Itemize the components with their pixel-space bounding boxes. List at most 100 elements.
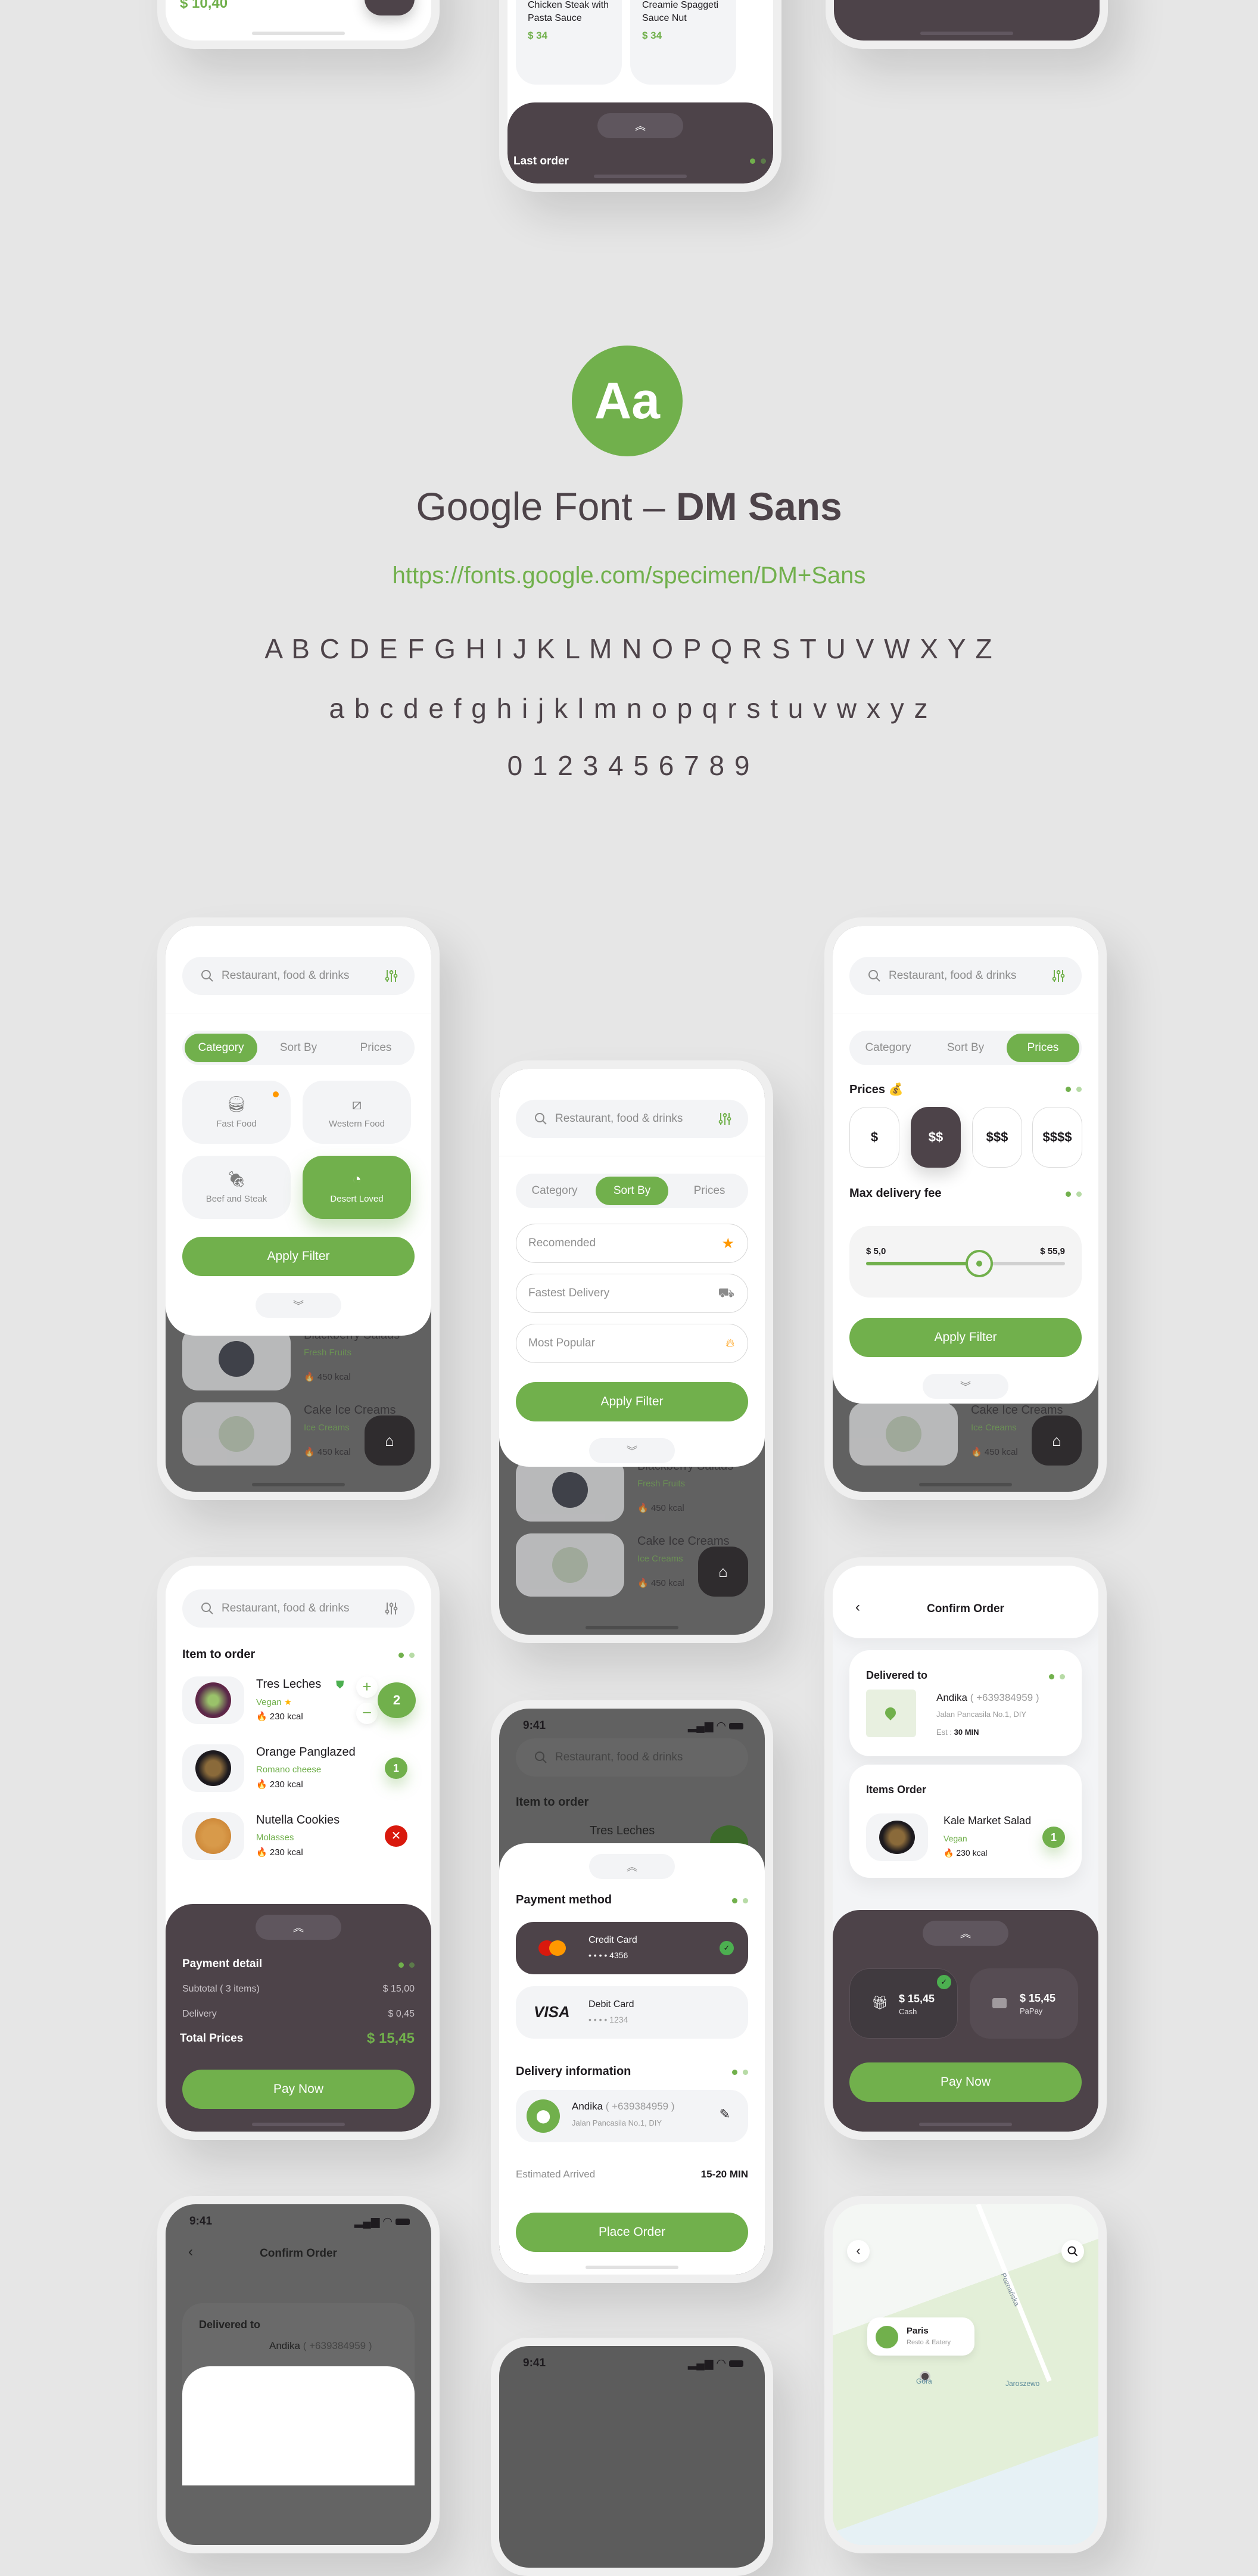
- search-icon: [535, 1751, 547, 1763]
- tab-sort-by[interactable]: Sort By: [262, 1034, 335, 1062]
- edit-pencil-icon[interactable]: ✎: [720, 2107, 730, 2122]
- slider-thumb[interactable]: [966, 1250, 994, 1277]
- filter-tabs: Category Sort By Prices: [182, 1031, 415, 1065]
- payment-sheet: ︽ ✓ 🎁︎ $ 15,45 Cash $ 15,45 PaPay Pay No…: [833, 1910, 1098, 2132]
- item-name: Nutella Cookies: [256, 1813, 340, 1827]
- home-fab[interactable]: ⌂: [365, 1415, 415, 1466]
- price-level-3[interactable]: $$$: [972, 1107, 1022, 1168]
- expand-button[interactable]: ︽: [923, 1921, 1008, 1946]
- search-input[interactable]: Restaurant, food & drinks: [555, 1112, 718, 1125]
- price-level-2[interactable]: $$: [911, 1107, 961, 1168]
- home-indicator: [586, 2266, 678, 2269]
- home-fab[interactable]: ⌂: [698, 1547, 748, 1597]
- pay-option-cash[interactable]: ✓ 🎁︎ $ 15,45 Cash: [849, 1968, 958, 2039]
- cart-fab[interactable]: [365, 0, 415, 15]
- collapse-button[interactable]: ︾: [923, 1374, 1008, 1399]
- phone-cart: Restaurant, food & drinks Item to order …: [157, 1557, 440, 2140]
- pager-dots: [1049, 1674, 1065, 1679]
- payment-method-heading: Payment method: [516, 1893, 612, 1906]
- payment-option-debit-card[interactable]: VISA Debit Card • • • • 1234: [516, 1986, 748, 2039]
- filter-icon[interactable]: [1052, 969, 1065, 983]
- remove-item-button[interactable]: ✕: [385, 1825, 407, 1847]
- collapse-button[interactable]: ︾: [589, 1438, 675, 1463]
- search-bar[interactable]: Restaurant, food & drinks: [849, 957, 1082, 995]
- collapse-button[interactable]: ︾: [256, 1293, 341, 1318]
- font-link[interactable]: https://fonts.google.com/specimen/DM+San…: [0, 562, 1258, 589]
- header: ‹ Confirm Order: [833, 1566, 1098, 1638]
- apply-filter-button[interactable]: Apply Filter: [849, 1318, 1082, 1357]
- tab-category[interactable]: Category: [852, 1034, 924, 1062]
- map-search-button[interactable]: [1061, 2240, 1084, 2263]
- price-level-4[interactable]: $$$$: [1032, 1107, 1082, 1168]
- apply-filter-button[interactable]: Apply Filter: [182, 1237, 415, 1276]
- tab-prices[interactable]: Prices: [1007, 1034, 1079, 1062]
- price-level-1[interactable]: $: [849, 1107, 899, 1168]
- expand-button[interactable]: ︽: [589, 1854, 675, 1879]
- recipient-phone: ( +639384959 ): [605, 2101, 675, 2112]
- sort-fastest-delivery[interactable]: Fastest Delivery ⛟: [516, 1274, 748, 1313]
- search-bar[interactable]: Restaurant, food & drinks: [516, 1100, 748, 1138]
- food-image: [552, 1472, 588, 1508]
- tab-sort-by[interactable]: Sort By: [596, 1177, 668, 1205]
- item-tag: Vegan ★: [256, 1697, 292, 1707]
- search-input[interactable]: Restaurant, food & drinks: [222, 969, 385, 982]
- dish-name: Creamie Spaggeti Sauce Nut: [642, 0, 719, 23]
- food-image: [552, 1547, 588, 1583]
- cart-item[interactable]: Tres Leches ⛊ Vegan ★ 🔥 230 kcal + – 2: [182, 1676, 416, 1724]
- cart-item[interactable]: Orange Panglazed Romano cheese 🔥 230 kca…: [182, 1744, 415, 1792]
- sort-most-popular[interactable]: Most Popular 🔥︎: [516, 1324, 748, 1363]
- dish-card[interactable]: Chicken Steak with Pasta Sauce $ 34: [516, 0, 622, 85]
- tab-category[interactable]: Category: [518, 1177, 591, 1205]
- decrement-button[interactable]: –: [356, 1703, 378, 1724]
- expand-button[interactable]: ︽: [597, 113, 683, 138]
- slider-track[interactable]: [866, 1250, 1065, 1277]
- expand-button[interactable]: ︽: [256, 1915, 341, 1940]
- pager-dots: [398, 1962, 415, 1968]
- map-view[interactable]: Poznańska ‹ Paris Resto & Eatery Góra Ja…: [833, 2204, 1098, 2545]
- delivery-address-card[interactable]: ⬤ Andika ( +639384959 ) Jalan Pancasila …: [516, 2090, 748, 2142]
- tab-prices[interactable]: Prices: [340, 1034, 412, 1062]
- increment-button[interactable]: +: [356, 1676, 378, 1698]
- pager-dots: [398, 1653, 415, 1658]
- pager-dots: [750, 158, 766, 164]
- selected-check-icon: ✓: [720, 1941, 734, 1955]
- chevrons-down-icon: ︾: [293, 1300, 304, 1312]
- place-order-button[interactable]: Place Order: [516, 2213, 748, 2252]
- item-kcal: 🔥 450 kcal: [304, 1447, 351, 1457]
- back-button[interactable]: ‹: [847, 2240, 870, 2263]
- search-bar[interactable]: Restaurant, food & drinks: [182, 1589, 415, 1628]
- dish-name: Chicken Steak with Pasta Sauce: [528, 0, 609, 23]
- pay-now-button[interactable]: Pay Now: [849, 2062, 1082, 2102]
- tab-category[interactable]: Category: [185, 1034, 257, 1062]
- home-indicator: [252, 2123, 345, 2126]
- cart-item[interactable]: Nutella Cookies Molasses 🔥 230 kcal ✕: [182, 1812, 415, 1860]
- chevrons-up-icon: ︽: [627, 1861, 637, 1873]
- search-input[interactable]: Restaurant, food & drinks: [222, 1602, 385, 1615]
- last-order-sheet: ︽ Last order: [507, 102, 773, 183]
- filter-sheet: Restaurant, food & drinks Category Sort …: [499, 1069, 765, 1467]
- place-callout[interactable]: Paris Resto & Eatery: [867, 2317, 974, 2356]
- filter-icon[interactable]: [385, 969, 398, 983]
- phone-top-left: $ 10,40: [157, 0, 440, 49]
- pay-option-papay[interactable]: $ 15,45 PaPay: [970, 1968, 1078, 2039]
- search-bar[interactable]: Restaurant, food & drinks: [516, 1738, 748, 1777]
- search-bar[interactable]: Restaurant, food & drinks: [182, 957, 415, 995]
- search-input[interactable]: Restaurant, food & drinks: [889, 969, 1052, 982]
- filter-icon[interactable]: [718, 1112, 731, 1126]
- home-fab[interactable]: ⌂: [1032, 1415, 1082, 1466]
- search-input[interactable]: Restaurant, food & drinks: [555, 1751, 731, 1764]
- search-icon: [1067, 2246, 1078, 2257]
- category-fast-food[interactable]: 🍔︎ Fast Food: [182, 1081, 291, 1144]
- item-tag: Ice Creams: [971, 1423, 1017, 1433]
- pay-now-button[interactable]: Pay Now: [182, 2070, 415, 2109]
- category-western-food[interactable]: ⧄ Western Food: [303, 1081, 411, 1144]
- category-beef-and-steak[interactable]: 🍖︎ Beef and Steak: [182, 1156, 291, 1219]
- apply-filter-button[interactable]: Apply Filter: [516, 1382, 748, 1421]
- payment-option-credit-card[interactable]: Credit Card • • • • 4356 ✓: [516, 1922, 748, 1974]
- sort-recomended[interactable]: Recomended ★: [516, 1224, 748, 1263]
- tab-prices[interactable]: Prices: [673, 1177, 746, 1205]
- category-desert-loved[interactable]: ◔ Desert Loved: [303, 1156, 411, 1219]
- tab-sort-by[interactable]: Sort By: [929, 1034, 1002, 1062]
- dish-card[interactable]: Creamie Spaggeti Sauce Nut $ 34: [630, 0, 736, 85]
- filter-icon[interactable]: [385, 1601, 398, 1616]
